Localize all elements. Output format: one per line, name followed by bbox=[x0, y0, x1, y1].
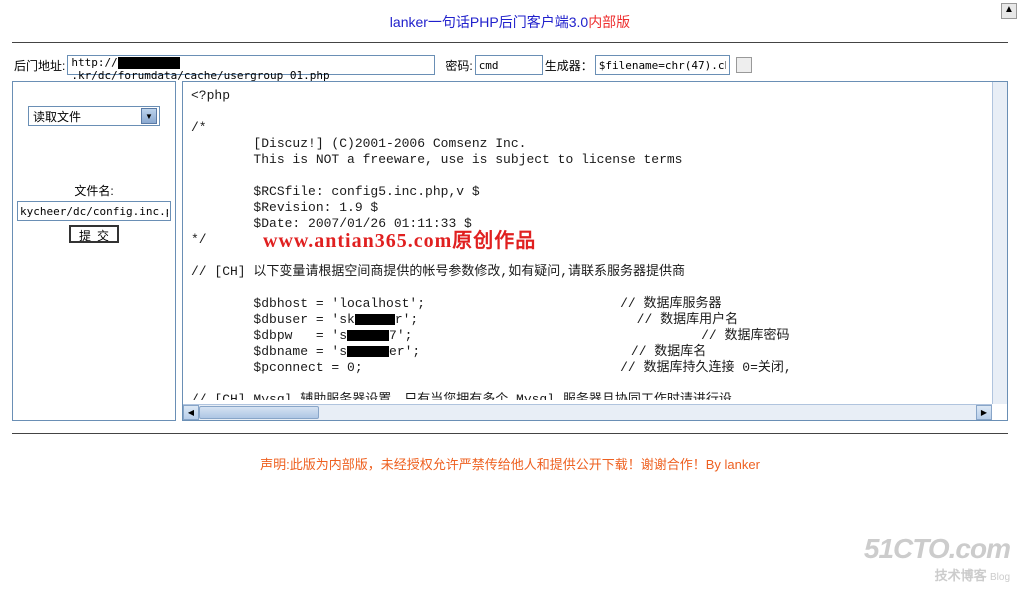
filename-label: 文件名: bbox=[17, 182, 171, 199]
code-viewer: <?php /* [Discuz!] (C)2001-2006 Comsenz … bbox=[182, 81, 1008, 421]
scroll-thumb[interactable] bbox=[199, 406, 319, 419]
redacted-host bbox=[118, 57, 180, 69]
scroll-right-icon[interactable]: ▶ bbox=[976, 405, 992, 420]
page-title: lanker一句话PHP后门客户端3.0内部版 bbox=[0, 0, 1020, 40]
brand-watermark: 51CTO.com 技术博客 Blog bbox=[864, 533, 1010, 584]
filename-input[interactable] bbox=[17, 201, 171, 221]
url-input[interactable]: http://.kr/dc/forumdata/cache/usergroup_… bbox=[67, 55, 435, 75]
chevron-down-icon: ▼ bbox=[141, 108, 157, 124]
vertical-scrollbar[interactable] bbox=[992, 82, 1007, 404]
divider-top bbox=[12, 42, 1008, 43]
url-label: 后门地址: bbox=[14, 57, 65, 74]
redacted bbox=[347, 330, 389, 341]
title-main: lanker一句话PHP后门客户端3.0 bbox=[390, 14, 588, 30]
password-input[interactable] bbox=[475, 55, 543, 75]
watermark-text: www.antian365.com原创作品 bbox=[263, 224, 536, 253]
brand-sub: 技术博客 bbox=[935, 568, 987, 583]
password-label: 密码: bbox=[445, 57, 472, 74]
scroll-left-icon[interactable]: ◀ bbox=[183, 405, 199, 420]
connection-form: 后门地址: http://.kr/dc/forumdata/cache/user… bbox=[0, 45, 1020, 81]
action-select[interactable]: 读取文件 ▼ bbox=[28, 106, 160, 126]
submit-button[interactable]: 提交 bbox=[69, 225, 119, 243]
redacted bbox=[347, 346, 389, 357]
brand-logo: 51CTO.com bbox=[864, 533, 1010, 565]
sidebar-panel: 读取文件 ▼ 文件名: 提交 bbox=[12, 81, 176, 421]
redacted bbox=[355, 314, 395, 325]
scroll-up-button[interactable]: ▲ bbox=[1001, 3, 1017, 19]
brand-blog: Blog bbox=[990, 572, 1010, 583]
generator-label: 生成器： bbox=[545, 57, 593, 74]
action-select-value: 读取文件 bbox=[33, 108, 81, 125]
generator-button[interactable] bbox=[736, 57, 752, 73]
scroll-track[interactable] bbox=[199, 405, 976, 420]
generator-input[interactable] bbox=[595, 55, 730, 75]
horizontal-scrollbar[interactable]: ◀ ▶ bbox=[183, 404, 992, 420]
footer-notice: 声明:此版为内部版，未经授权允许严禁传给他人和提供公开下载！谢谢合作！By la… bbox=[0, 434, 1020, 483]
title-suffix: 内部版 bbox=[588, 14, 630, 30]
